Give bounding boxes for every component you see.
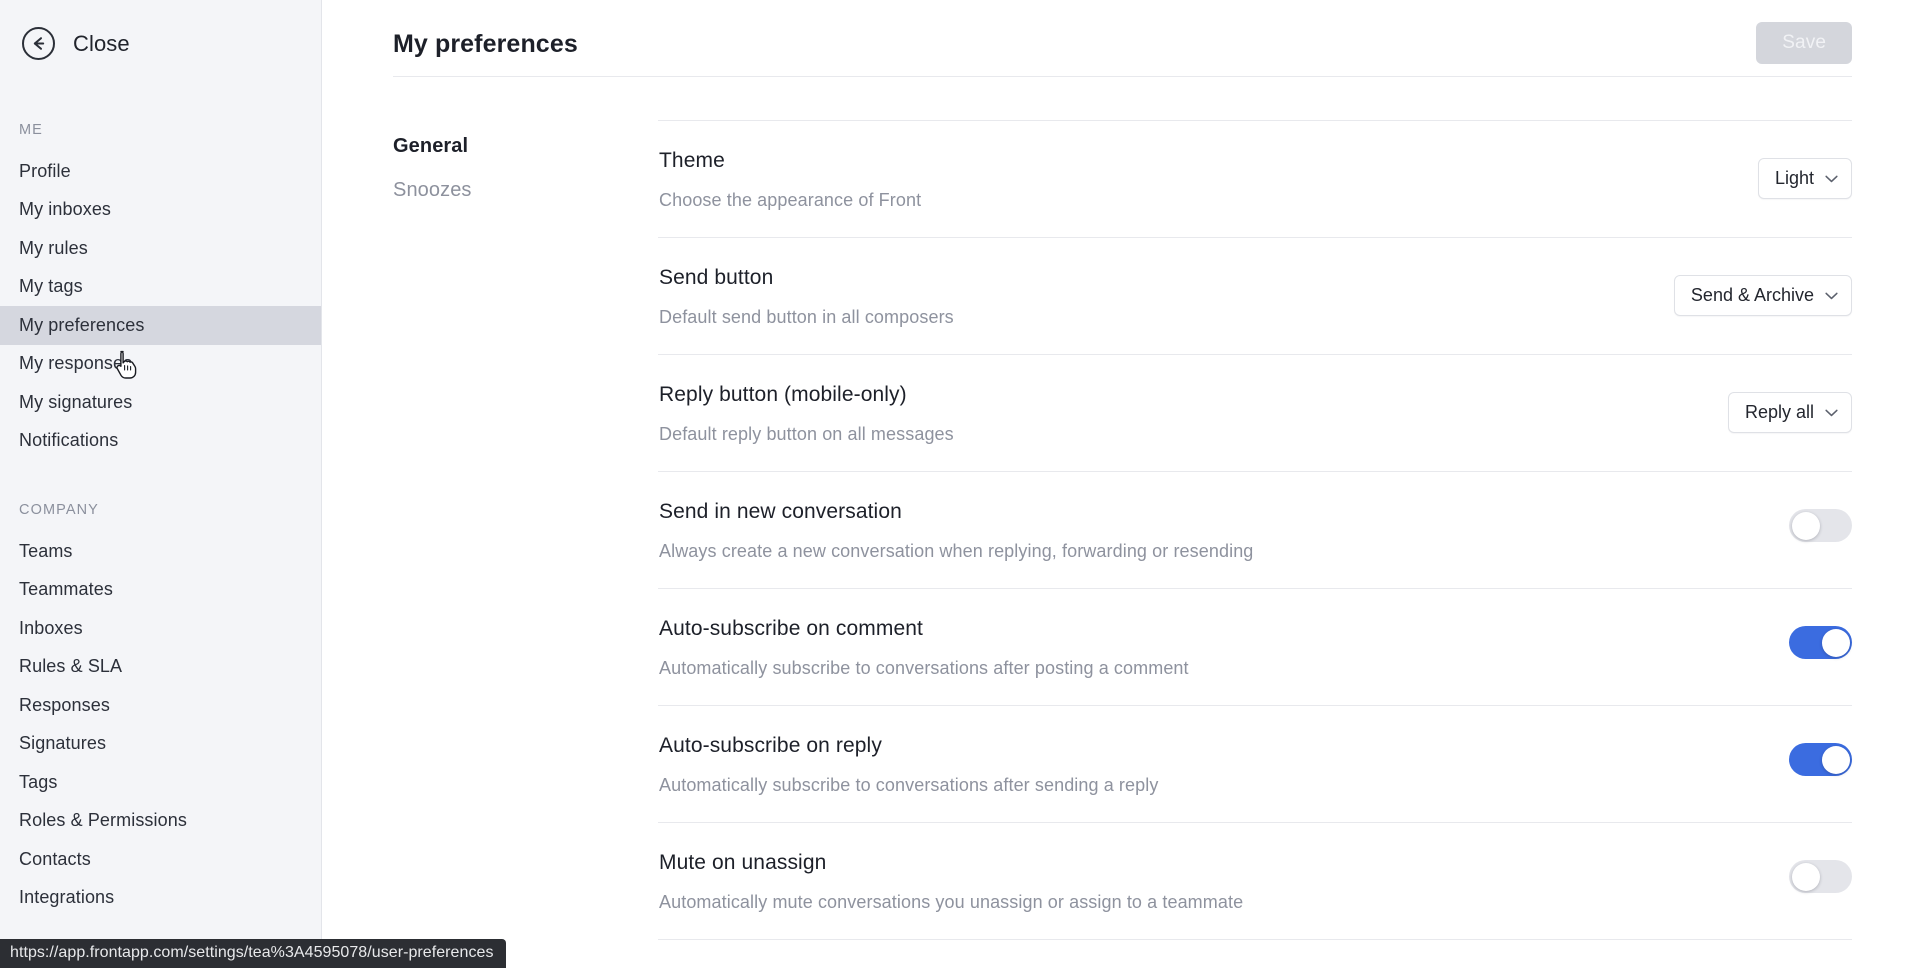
- status-bar-url: https://app.frontapp.com/settings/tea%3A…: [0, 939, 506, 968]
- toggle-knob: [1791, 511, 1820, 540]
- toggle-auto-subscribe-on-reply[interactable]: [1789, 743, 1852, 776]
- toggle-knob: [1821, 628, 1850, 657]
- arrow-left-circle-icon: [22, 27, 55, 60]
- setting-description-theme: Choose the appearance of Front: [659, 190, 922, 210]
- page-header: My preferences Save: [322, 0, 1920, 76]
- dropdown-value: Send & Archive: [1690, 285, 1814, 305]
- toggle-knob: [1821, 745, 1850, 774]
- sidebar-section-company: COMPANY Teams Teammates Inboxes Rules & SLA R…: [0, 502, 321, 917]
- tab-snoozes[interactable]: Snoozes: [393, 168, 658, 212]
- toggle-knob: [1791, 862, 1820, 891]
- toggle-auto-subscribe-on-comment[interactable]: [1789, 626, 1852, 659]
- dropdown-value: Light: [1774, 168, 1814, 188]
- sidebar-item-roles-permissions[interactable]: Roles & Permissions: [0, 802, 321, 841]
- dropdown-send-button[interactable]: Send & Archive: [1673, 275, 1852, 316]
- sidebar-section-heading: COMPANY: [19, 502, 99, 518]
- setting-row-auto-subscribe-on-comment: Auto-subscribe on comment Automatically s…: [658, 588, 1852, 705]
- sidebar-item-teams[interactable]: Teams: [0, 532, 321, 571]
- setting-title-send-in-new-conversation: Send in new conversation: [659, 500, 902, 523]
- setting-title-reply-button-mobile-only: Reply button (mobile-only): [659, 383, 907, 406]
- setting-description-auto-subscribe-on-comment: Automatically subscribe to conversations…: [659, 658, 1189, 678]
- preferences-section-nav: General Snoozes: [393, 120, 658, 968]
- setting-title-auto-subscribe-on-comment: Auto-subscribe on comment: [659, 617, 923, 640]
- sidebar-item-tags[interactable]: Tags: [0, 763, 321, 802]
- setting-row-reply-button-mobile-only: Reply button (mobile-only) Default reply …: [658, 354, 1852, 471]
- setting-title-send-button: Send button: [659, 266, 774, 289]
- sidebar-item-profile[interactable]: Profile: [0, 152, 321, 191]
- save-button[interactable]: Save: [1756, 22, 1852, 64]
- setting-row-send-in-new-conversation: Send in new conversation Always create a …: [658, 471, 1852, 588]
- setting-description-send-in-new-conversation: Always create a new conversation when re…: [659, 541, 1254, 561]
- dropdown-theme[interactable]: Light: [1757, 158, 1852, 199]
- setting-description-reply-button-mobile-only: Default reply button on all messages: [659, 424, 954, 444]
- toggle-mute-on-unassign[interactable]: [1789, 860, 1852, 893]
- sidebar-item-rules-sla[interactable]: Rules & SLA: [0, 648, 321, 687]
- setting-text: Theme Choose the appearance of Front: [658, 149, 921, 211]
- sidebar-item-teammates[interactable]: Teammates: [0, 571, 321, 610]
- sidebar-item-inboxes[interactable]: Inboxes: [0, 609, 321, 648]
- setting-text: Send in new conversation Always create a …: [658, 500, 1253, 562]
- chevron-down-icon: [1825, 175, 1838, 182]
- settings-list: Theme Choose the appearance of Front Light…: [658, 120, 1852, 968]
- setting-title-mute-on-unassign: Mute on unassign: [659, 851, 827, 874]
- sidebar-item-integrations[interactable]: Integrations: [0, 879, 321, 918]
- chevron-down-icon: [1825, 409, 1838, 416]
- setting-row-mute-message-from-individual-text-or-voicemail: Mute message from individual text or voi…: [658, 939, 1852, 968]
- setting-text: Mute on unassign Automatically mute conve…: [658, 851, 1243, 913]
- page-title: My preferences: [393, 30, 578, 58]
- header-divider: [393, 76, 1852, 77]
- sidebar-item-contacts[interactable]: Contacts: [0, 840, 321, 879]
- settings-page: Close ME Profile My inboxes My rules My tags…: [0, 0, 1920, 968]
- setting-text: Send button Default send button in all co…: [658, 266, 954, 328]
- chevron-down-icon: [1825, 292, 1838, 299]
- sidebar-item-my-signatures[interactable]: My signatures: [0, 383, 321, 422]
- setting-text: Reply button (mobile-only) Default reply …: [658, 383, 954, 445]
- setting-control: [1789, 851, 1852, 893]
- preferences-body: General Snoozes Theme Choose the appearanc…: [322, 76, 1920, 968]
- sidebar-item-my-tags[interactable]: My tags: [0, 268, 321, 307]
- setting-description-auto-subscribe-on-reply: Automatically subscribe to conversations…: [659, 775, 1159, 795]
- setting-row-send-button: Send button Default send button in all co…: [658, 237, 1852, 354]
- setting-control: Light: [1757, 149, 1852, 199]
- close-button[interactable]: Close: [0, 0, 130, 60]
- setting-row-auto-subscribe-on-reply: Auto-subscribe on reply Automatically sub…: [658, 705, 1852, 822]
- dropdown-value: Reply all: [1744, 402, 1814, 422]
- setting-description-mute-on-unassign: Automatically mute conversations you una…: [659, 892, 1244, 912]
- sidebar-item-my-responses[interactable]: My responses: [0, 345, 321, 384]
- setting-row-mute-on-unassign: Mute on unassign Automatically mute conve…: [658, 822, 1852, 939]
- settings-sidebar: Close ME Profile My inboxes My rules My tags…: [0, 0, 322, 968]
- sidebar-item-notifications[interactable]: Notifications: [0, 422, 321, 461]
- setting-text: Auto-subscribe on comment Automatically s…: [658, 617, 1189, 679]
- sidebar-item-responses[interactable]: Responses: [0, 686, 321, 725]
- sidebar-item-my-preferences[interactable]: My preferences: [0, 306, 321, 345]
- setting-control: Reply all: [1727, 383, 1852, 433]
- sidebar-item-my-rules[interactable]: My rules: [0, 229, 321, 268]
- main-content: My preferences Save General Snoozes Theme…: [322, 0, 1920, 968]
- sidebar-item-my-inboxes[interactable]: My inboxes: [0, 191, 321, 230]
- sidebar-section-me: ME Profile My inboxes My rules My tags My pre…: [0, 122, 321, 460]
- setting-control: [1789, 617, 1852, 659]
- sidebar-item-signatures[interactable]: Signatures: [0, 725, 321, 764]
- sidebar-section-heading: ME: [19, 122, 43, 138]
- dropdown-reply-button-mobile-only[interactable]: Reply all: [1727, 392, 1852, 433]
- setting-text: Auto-subscribe on reply Automatically sub…: [658, 734, 1158, 796]
- setting-row-theme: Theme Choose the appearance of Front Light: [658, 120, 1852, 237]
- toggle-send-in-new-conversation[interactable]: [1789, 509, 1852, 542]
- setting-control: [1789, 500, 1852, 542]
- setting-description-send-button: Default send button in all composers: [659, 307, 954, 327]
- setting-title-auto-subscribe-on-reply: Auto-subscribe on reply: [659, 734, 882, 757]
- tab-general[interactable]: General: [393, 124, 658, 168]
- sidebar-nav: ME Profile My inboxes My rules My tags My pre…: [0, 122, 321, 917]
- setting-control: [1789, 734, 1852, 776]
- setting-control: Send & Archive: [1673, 266, 1852, 316]
- setting-title-theme: Theme: [659, 149, 725, 172]
- close-label: Close: [73, 30, 130, 56]
